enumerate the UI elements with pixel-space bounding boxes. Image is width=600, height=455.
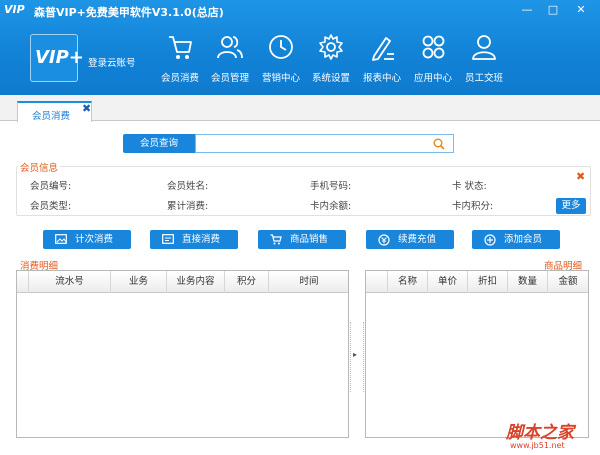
row-indicator-header [17,271,29,293]
clock-icon [269,35,293,59]
nav-app-center[interactable]: 应用中心 [405,30,461,88]
product-sale-button[interactable]: 商品销售 [258,230,346,249]
member-type-label: 会员类型: [30,201,72,212]
nav-member-consume[interactable]: 会员消费 [152,30,208,88]
plus-circle-icon [484,234,496,246]
more-button[interactable]: 更多 [556,198,586,214]
action-label: 计次消费 [75,234,114,245]
action-label: 直接消费 [182,234,221,245]
member-search-button[interactable]: 会员查询 [123,134,195,153]
app-logo-small: VIP [4,3,25,16]
action-label: 续费充值 [398,234,437,245]
tab-close-icon[interactable]: ✖ [82,102,91,115]
nav-label: 系统设置 [311,73,350,84]
cart-icon [169,36,192,59]
search-icon [433,138,445,150]
renew-recharge-button[interactable]: 续费充值 [366,230,454,249]
card-balance-label: 卡内余额: [310,201,352,212]
row-indicator-header [366,271,388,293]
recharge-icon [378,234,390,246]
restore-button[interactable]: □ [542,2,564,18]
member-search-input[interactable] [195,134,425,153]
nav-report-center[interactable]: 报表中心 [354,30,410,88]
window-title: 森普VIP+免费美甲软件V3.1.0(总店) [34,6,224,19]
nav-label: 营销中心 [261,73,300,84]
nav-label: 员工交班 [464,73,503,84]
image-icon [55,234,67,244]
tab-strip: 会员消费 ✖ [0,95,600,122]
col-business[interactable]: 业务 [111,271,167,293]
nav-label: 报表中心 [362,73,401,84]
phone-label: 手机号码: [310,181,352,192]
col-unit-price[interactable]: 单价 [428,271,468,293]
action-label: 添加会员 [504,234,543,245]
card-status-label: 卡 状态: [452,181,487,192]
gear-icon [319,34,343,60]
tab-label: 会员消费 [32,111,71,122]
vip-logo: VIP+ [30,34,84,82]
close-button[interactable]: ✕ [570,2,592,18]
login-cloud-account-link[interactable]: 登录云账号 [88,55,136,69]
card-no-label: 会员编号: [30,181,72,192]
employee-icon [472,35,496,60]
nav-member-manage[interactable]: 会员管理 [202,30,258,88]
report-pen-icon [372,37,394,61]
consume-detail-table[interactable]: 流水号 业务 业务内容 积分 时间 [16,270,349,438]
app-header: VIP 森普VIP+免费美甲软件V3.1.0(总店) — □ ✕ VIP+ 登录… [0,0,600,95]
title-bar[interactable]: VIP 森普VIP+免费美甲软件V3.1.0(总店) — □ ✕ [0,0,600,20]
col-quantity[interactable]: 数量 [508,271,548,293]
product-detail-table[interactable]: 名称 单价 折扣 数量 金额 [365,270,589,438]
nav-marketing-center[interactable]: 营销中心 [253,30,309,88]
users-icon [217,36,243,59]
mail-icon [162,234,174,244]
search-submit-button[interactable] [424,134,454,153]
col-business-content[interactable]: 业务内容 [167,271,225,293]
nav-label: 应用中心 [413,73,452,84]
nav-label: 会员消费 [160,73,199,84]
add-member-button[interactable]: 添加会员 [472,230,560,249]
nav-system-settings[interactable]: 系统设置 [303,30,359,88]
member-info-title: 会员信息 [18,160,61,174]
member-name-label: 会员姓名: [167,181,209,192]
col-time[interactable]: 时间 [269,271,349,293]
watermark-url: www.jb51.net [510,441,565,450]
nav-label: 会员管理 [210,73,249,84]
table-header: 名称 单价 折扣 数量 金额 [366,271,588,293]
nav-employee-shift[interactable]: 员工交班 [456,30,512,88]
col-amount[interactable]: 金额 [548,271,588,293]
member-info-panel [16,166,591,216]
direct-consume-button[interactable]: 直接消费 [150,230,238,249]
action-label: 商品销售 [290,234,329,245]
col-points[interactable]: 积分 [225,271,269,293]
splitter-arrow-icon[interactable]: ▸ [353,350,357,359]
col-discount[interactable]: 折扣 [468,271,508,293]
watermark-logo: 脚本之家 [506,423,574,443]
tab-member-consume[interactable]: 会员消费 ✖ [17,101,92,122]
card-points-label: 卡内积分: [452,201,494,212]
apps-grid-icon [422,35,445,59]
cart-icon [270,234,282,245]
vip-logo-text: VIP+ [35,47,84,68]
count-consume-button[interactable]: 计次消费 [43,230,131,249]
table-header: 流水号 业务 业务内容 积分 时间 [17,271,348,293]
total-consume-label: 累计消费: [167,201,209,212]
col-serial-no[interactable]: 流水号 [29,271,111,293]
clear-member-icon[interactable]: ✖ [576,170,585,183]
col-name[interactable]: 名称 [388,271,428,293]
minimize-button[interactable]: — [516,2,538,18]
